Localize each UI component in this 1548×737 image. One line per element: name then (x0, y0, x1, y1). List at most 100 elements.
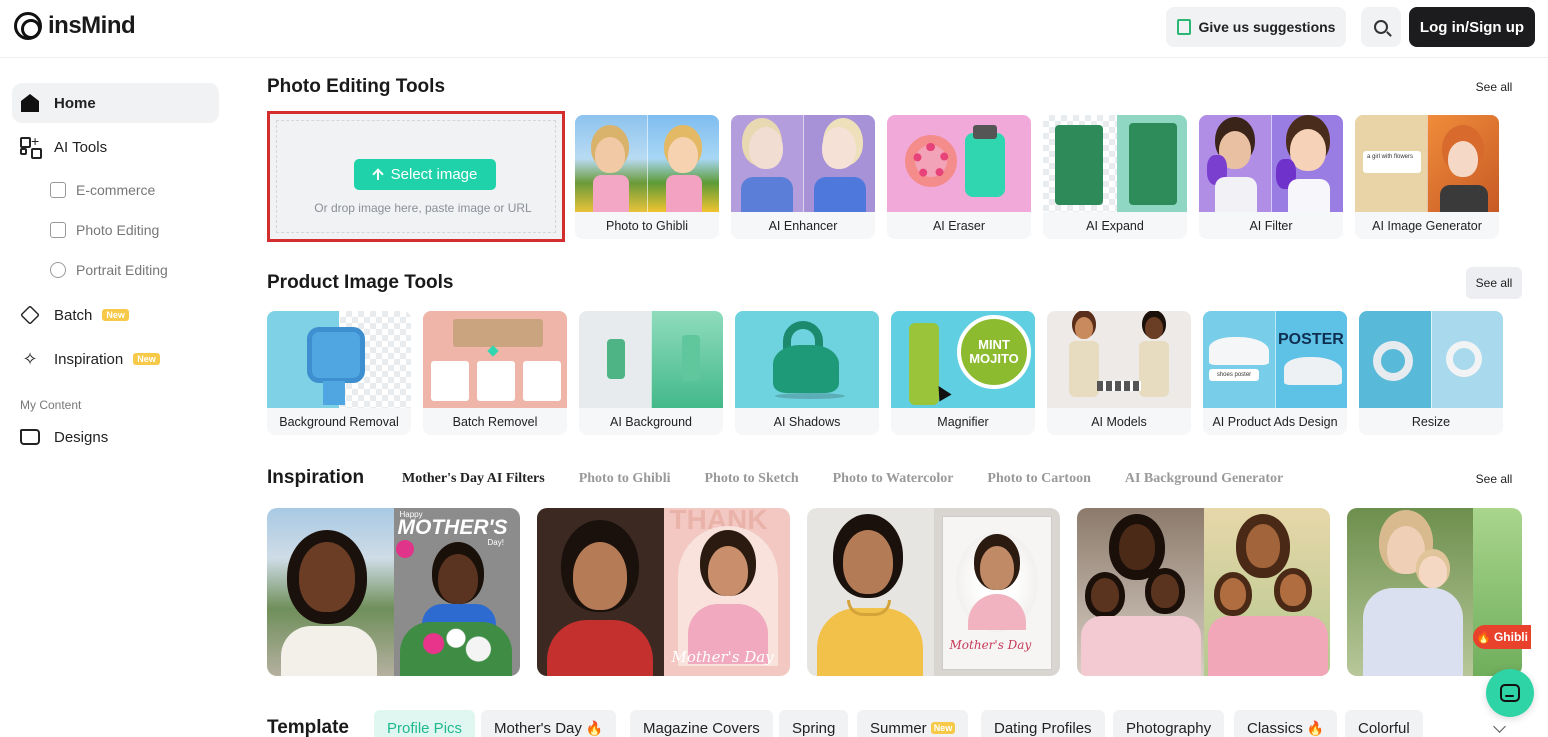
photo-editing-title: Photo Editing Tools (267, 76, 446, 97)
tool-card-batch-removel[interactable]: Batch Removel (423, 311, 567, 435)
sidebar-item-label: Batch (54, 306, 93, 324)
sidebar-item-e-commerce[interactable]: E-commerce (50, 175, 155, 205)
dropzone-inner: Select image Or drop image here, paste i… (276, 120, 556, 233)
sidebar-item-ai-tools[interactable]: + AI Tools (12, 127, 219, 167)
tool-label: AI Enhancer (731, 212, 875, 239)
tpl-tab-magazine-covers[interactable]: Magazine Covers (630, 710, 773, 737)
script-text: Mother's Day (671, 648, 774, 666)
portrait-icon (50, 262, 66, 278)
login-signup-button[interactable]: Log in/Sign up (1409, 7, 1535, 47)
sparkle-icon: ✧ (22, 349, 38, 369)
insp-tab-photo-to-sketch[interactable]: Photo to Sketch (705, 471, 799, 487)
tool-card-ai-product-ads-design[interactable]: shoes poster POSTER AI Product Ads Desig… (1203, 311, 1347, 435)
tpl-tab-mothers-day[interactable]: Mother's Day 🔥 (481, 710, 617, 737)
select-image-button[interactable]: Select image (354, 159, 496, 190)
sidebar-item-designs[interactable]: Designs (12, 417, 219, 457)
tpl-tab-label: Profile Pics (387, 719, 463, 737)
chevron-down-icon[interactable] (1493, 720, 1506, 733)
insp-tab-photo-to-ghibli[interactable]: Photo to Ghibli (579, 471, 671, 487)
tool-thumbnail: a girl with flowers (1355, 115, 1499, 212)
new-badge: New (102, 309, 129, 321)
tpl-tab-profile-pics[interactable]: Profile Pics (374, 710, 476, 737)
tpl-tab-dating-profiles[interactable]: Dating Profiles (981, 710, 1105, 737)
tool-thumbnail (423, 311, 567, 408)
inspiration-card[interactable] (1347, 508, 1522, 676)
tpl-tab-label: Dating Profiles (994, 719, 1092, 737)
sidebar-item-inspiration[interactable]: ✧ Inspiration New (12, 339, 219, 379)
tool-card-ai-expand[interactable]: AI Expand (1043, 115, 1187, 239)
tpl-tab-colorful[interactable]: Colorful (1345, 710, 1423, 737)
tool-card-magnifier[interactable]: MINT MOJITO Magnifier (891, 311, 1035, 435)
inspiration-card[interactable] (1077, 508, 1330, 676)
inspiration-tabs: Mother's Day AI Filters Photo to Ghibli … (402, 471, 1317, 487)
tool-card-photo-to-ghibli[interactable]: Photo to Ghibli (575, 115, 719, 239)
upload-dropzone[interactable]: Select image Or drop image here, paste i… (267, 111, 565, 242)
tool-thumbnail (1199, 115, 1343, 212)
tpl-tab-label: Mother's Day (494, 719, 582, 737)
product-image-see-all[interactable]: See all (1466, 267, 1522, 299)
tool-card-background-removal[interactable]: Background Removal (267, 311, 411, 435)
tool-label: Resize (1359, 408, 1503, 435)
insp-tab-mothers-day[interactable]: Mother's Day AI Filters (402, 471, 545, 487)
tool-card-ai-enhancer[interactable]: AI Enhancer (731, 115, 875, 239)
sidebar-item-label: Photo Editing (76, 222, 160, 238)
insp-tab-photo-to-watercolor[interactable]: Photo to Watercolor (833, 471, 954, 487)
tool-card-ai-image-generator[interactable]: a girl with flowers AI Image Generator (1355, 115, 1499, 239)
ghibli-badge-label: Ghibli (1493, 630, 1528, 644)
tool-thumbnail (887, 115, 1031, 212)
brand-name: insMind (48, 12, 136, 39)
script-text: Mother's Day (949, 638, 1032, 652)
sidebar-item-portrait-editing[interactable]: Portrait Editing (50, 255, 168, 285)
new-badge: New (133, 353, 160, 365)
product-image-title: Product Image Tools (267, 272, 454, 293)
tpl-tab-photography[interactable]: Photography (1113, 710, 1225, 737)
sidebar-item-label: Designs (54, 428, 109, 446)
tpl-tab-label: Photography (1126, 719, 1212, 737)
tpl-tab-classics[interactable]: Classics 🔥 (1234, 710, 1338, 737)
tool-thumbnail (1047, 311, 1191, 408)
sidebar-item-batch[interactable]: Batch New (12, 295, 219, 335)
inspiration-card[interactable]: Mother's Day (807, 508, 1060, 676)
tpl-tab-summer[interactable]: Summer New (857, 710, 969, 737)
suggestions-button[interactable]: Give us suggestions (1166, 7, 1346, 47)
ghibli-badge[interactable]: 🔥 Ghibli (1473, 625, 1531, 649)
tool-thumbnail: shoes poster POSTER (1203, 311, 1347, 408)
tool-label: Batch Removel (423, 408, 567, 435)
chat-support-button[interactable] (1486, 669, 1534, 717)
tool-label: AI Product Ads Design (1203, 408, 1347, 435)
inspiration-see-all[interactable]: See all (1466, 463, 1522, 495)
inspiration-card[interactable]: Happy MOTHER'S Day! (267, 508, 520, 676)
prompt-chip: a girl with flowers (1363, 151, 1421, 173)
top-header: insMind Give us suggestions Log in/Sign … (0, 0, 1548, 58)
search-button[interactable] (1361, 7, 1401, 47)
tool-card-resize[interactable]: Resize (1359, 311, 1503, 435)
tool-card-ai-filter[interactable]: AI Filter (1199, 115, 1343, 239)
new-badge: New (930, 722, 956, 734)
logo-icon (14, 12, 42, 40)
fire-icon: 🔥 (1476, 630, 1491, 644)
template-title: Template (267, 717, 350, 737)
tpl-tab-label: Summer (870, 719, 927, 737)
tool-card-ai-shadows[interactable]: AI Shadows (735, 311, 879, 435)
tool-card-ai-models[interactable]: AI Models (1047, 311, 1191, 435)
brand-logo[interactable]: insMind (14, 12, 136, 40)
poster-text: POSTER (1278, 331, 1344, 348)
insp-tab-photo-to-cartoon[interactable]: Photo to Cartoon (987, 471, 1090, 487)
folder-icon (20, 429, 40, 445)
insp-tab-ai-background-generator[interactable]: AI Background Generator (1125, 471, 1283, 487)
sidebar-item-home[interactable]: Home (12, 83, 219, 123)
tool-label: AI Filter (1199, 212, 1343, 239)
inspiration-title: Inspiration (267, 467, 365, 488)
tool-card-ai-eraser[interactable]: AI Eraser (887, 115, 1031, 239)
sidebar: Home + AI Tools E-commerce Photo Editing… (0, 58, 240, 737)
layers-icon (20, 305, 40, 325)
tpl-tab-spring[interactable]: Spring (779, 710, 849, 737)
tool-label: Magnifier (891, 408, 1035, 435)
sidebar-item-photo-editing[interactable]: Photo Editing (50, 215, 159, 245)
tool-card-ai-background[interactable]: AI Background (579, 311, 723, 435)
tool-thumbnail (579, 311, 723, 408)
inspiration-card[interactable]: THANK Mother's Day (537, 508, 790, 676)
photo-editing-see-all[interactable]: See all (1466, 71, 1522, 103)
edit-note-icon (1176, 19, 1191, 35)
sidebar-item-label: Home (54, 94, 96, 112)
